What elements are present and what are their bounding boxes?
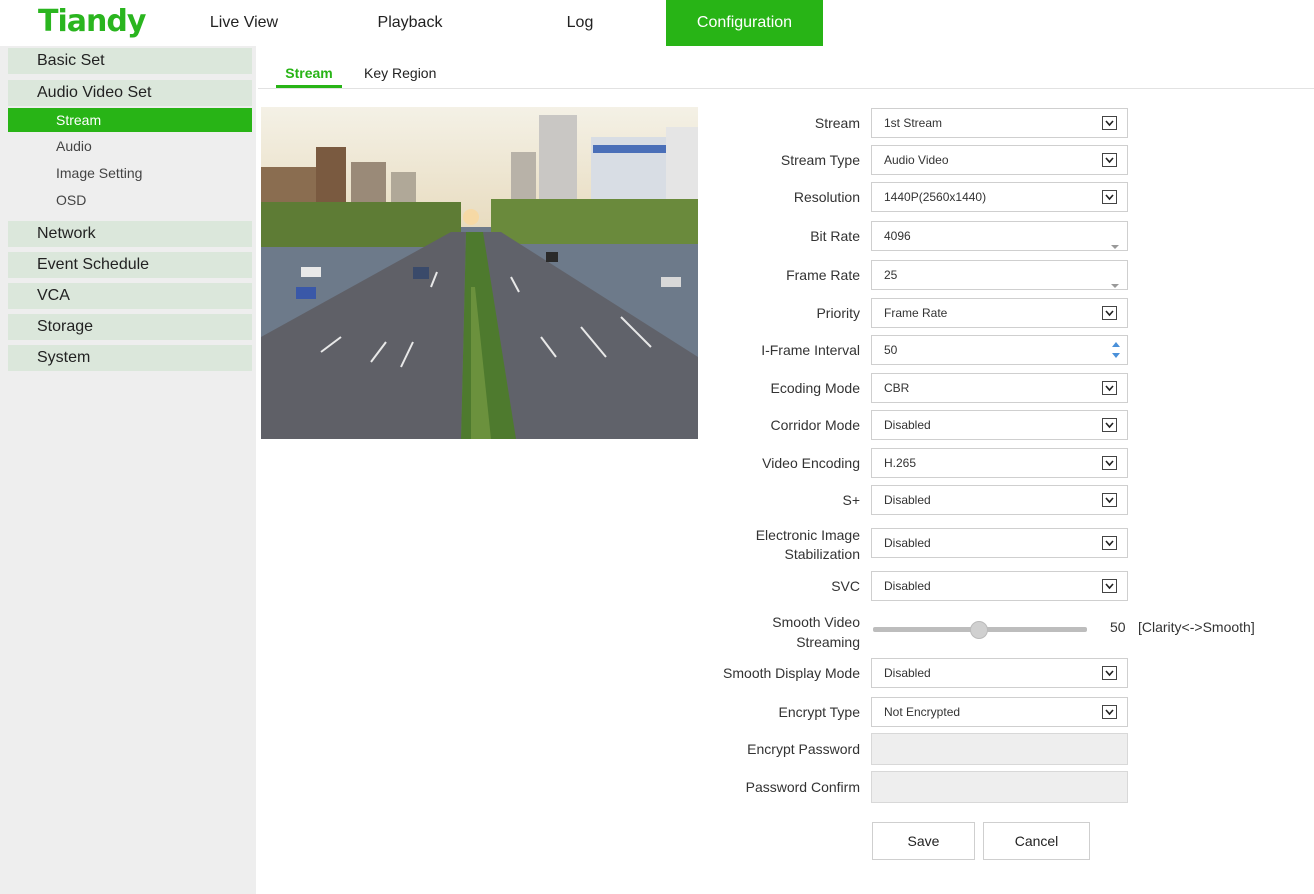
video-encoding-label: Video Encoding [762, 455, 860, 471]
encoding-mode-value: CBR [884, 381, 910, 395]
i-frame-interval-label: I-Frame Interval [761, 342, 860, 358]
resolution-value: 1440P(2560x1440) [884, 190, 987, 204]
chevron-down-icon[interactable] [1102, 116, 1117, 130]
sidebar-item-system[interactable]: System [8, 345, 252, 371]
save-button[interactable]: Save [872, 822, 975, 860]
priority-value: Frame Rate [884, 306, 948, 320]
stream-select[interactable]: 1st Stream [871, 108, 1128, 138]
chevron-down-icon[interactable] [1102, 493, 1117, 507]
smooth-display-mode-value: Disabled [884, 666, 931, 680]
nav-configuration[interactable]: Configuration [666, 0, 823, 46]
chevron-down-icon[interactable] [1102, 418, 1117, 432]
resolution-label: Resolution [793, 189, 860, 205]
corridor-mode-select[interactable]: Disabled [871, 410, 1128, 440]
encrypt-type-label: Encrypt Type [778, 704, 860, 720]
frame-rate-label: Frame Rate [786, 267, 860, 283]
frame-rate-value: 25 [884, 268, 898, 282]
priority-select[interactable]: Frame Rate [871, 298, 1128, 328]
chevron-down-icon[interactable] [1102, 705, 1117, 719]
priority-label: Priority [816, 305, 860, 321]
stream-type-label: Stream Type [780, 152, 860, 168]
spinner-arrows-icon[interactable] [1111, 339, 1121, 361]
bit-rate-label: Bit Rate [810, 228, 860, 244]
encrypt-password-field[interactable] [871, 733, 1128, 765]
s-plus-label: S+ [842, 492, 860, 508]
smooth-streaming-label-line1: Smooth Video [772, 614, 860, 630]
sidebar-item-vca[interactable]: VCA [8, 283, 252, 309]
caret-down-icon[interactable] [1111, 232, 1119, 260]
stream-label: Stream [814, 115, 860, 131]
encrypt-type-select[interactable]: Not Encrypted [871, 697, 1128, 727]
password-confirm-label: Password Confirm [745, 779, 860, 795]
sidebar-item-stream[interactable]: Stream [8, 108, 252, 132]
bit-rate-combobox[interactable]: 4096 [871, 221, 1128, 251]
svc-select[interactable]: Disabled [871, 571, 1128, 601]
s-plus-select[interactable]: Disabled [871, 485, 1128, 515]
stream-type-value: Audio Video [884, 153, 949, 167]
s-plus-value: Disabled [884, 493, 931, 507]
tab-divider [258, 88, 1314, 89]
chevron-down-icon[interactable] [1102, 536, 1117, 550]
encrypt-type-value: Not Encrypted [884, 705, 961, 719]
eis-value: Disabled [884, 536, 931, 550]
eis-label-line1: Electronic Image [755, 527, 860, 543]
bit-rate-value: 4096 [884, 229, 911, 243]
chevron-down-icon[interactable] [1102, 306, 1117, 320]
password-confirm-field[interactable] [871, 771, 1128, 803]
frame-rate-combobox[interactable]: 25 [871, 260, 1128, 290]
sidebar-item-osd[interactable]: OSD [8, 188, 252, 212]
tab-stream[interactable]: Stream [276, 58, 342, 88]
video-encoding-value: H.265 [884, 456, 917, 470]
eis-label-line2: Stabilization [784, 546, 861, 562]
cancel-button[interactable]: Cancel [983, 822, 1090, 860]
smooth-streaming-value: 50 [1110, 619, 1126, 635]
sidebar-item-basic-set[interactable]: Basic Set [8, 48, 252, 74]
video-encoding-select[interactable]: H.265 [871, 448, 1128, 478]
chevron-down-icon[interactable] [1102, 456, 1117, 470]
smooth-display-mode-select[interactable]: Disabled [871, 658, 1128, 688]
caret-down-icon[interactable] [1111, 271, 1119, 299]
encrypt-password-label: Encrypt Password [747, 741, 860, 757]
smooth-streaming-hint: [Clarity<->Smooth] [1138, 619, 1255, 635]
encoding-mode-select[interactable]: CBR [871, 373, 1128, 403]
top-nav-bar: Tiandy Live View Playback Log Configurat… [0, 0, 1314, 46]
chevron-down-icon[interactable] [1102, 190, 1117, 204]
resolution-select[interactable]: 1440P(2560x1440) [871, 182, 1128, 212]
sidebar-item-audio[interactable]: Audio [8, 134, 252, 158]
stream-select-value: 1st Stream [884, 116, 943, 130]
nav-log[interactable]: Log [540, 0, 620, 46]
tiandy-logo: Tiandy [38, 4, 146, 39]
smooth-display-mode-label: Smooth Display Mode [723, 665, 860, 681]
sidebar-item-storage[interactable]: Storage [8, 314, 252, 340]
chevron-down-icon[interactable] [1102, 579, 1117, 593]
tab-key-region[interactable]: Key Region [364, 58, 444, 88]
smooth-streaming-slider-handle[interactable] [970, 621, 988, 639]
sidebar: Basic Set Audio Video Set Stream Audio I… [0, 46, 256, 894]
corridor-mode-value: Disabled [884, 418, 931, 432]
chevron-down-icon[interactable] [1102, 381, 1117, 395]
stream-type-select[interactable]: Audio Video [871, 145, 1128, 175]
corridor-mode-label: Corridor Mode [770, 417, 860, 433]
nav-playback[interactable]: Playback [360, 0, 460, 46]
svc-label: SVC [831, 578, 860, 594]
page: Tiandy Live View Playback Log Configurat… [0, 0, 1314, 894]
road-scene-image [261, 107, 698, 439]
sidebar-item-network[interactable]: Network [8, 221, 252, 247]
sidebar-item-event-schedule[interactable]: Event Schedule [8, 252, 252, 278]
nav-live-view[interactable]: Live View [200, 0, 288, 46]
svc-value: Disabled [884, 579, 931, 593]
video-preview[interactable] [261, 107, 698, 439]
chevron-down-icon[interactable] [1102, 666, 1117, 680]
encoding-mode-label: Ecoding Mode [770, 380, 860, 396]
sidebar-item-audio-video-set[interactable]: Audio Video Set [8, 80, 252, 106]
smooth-streaming-label: Smooth Video Streaming [772, 612, 860, 652]
i-frame-interval-value: 50 [884, 343, 898, 357]
i-frame-interval-spinner[interactable]: 50 [871, 335, 1128, 365]
chevron-down-icon[interactable] [1102, 153, 1117, 167]
sidebar-item-image-setting[interactable]: Image Setting [8, 161, 252, 185]
eis-label: Electronic Image Stabilization [756, 526, 860, 564]
smooth-streaming-label-line2: Streaming [796, 634, 860, 650]
eis-select[interactable]: Disabled [871, 528, 1128, 558]
